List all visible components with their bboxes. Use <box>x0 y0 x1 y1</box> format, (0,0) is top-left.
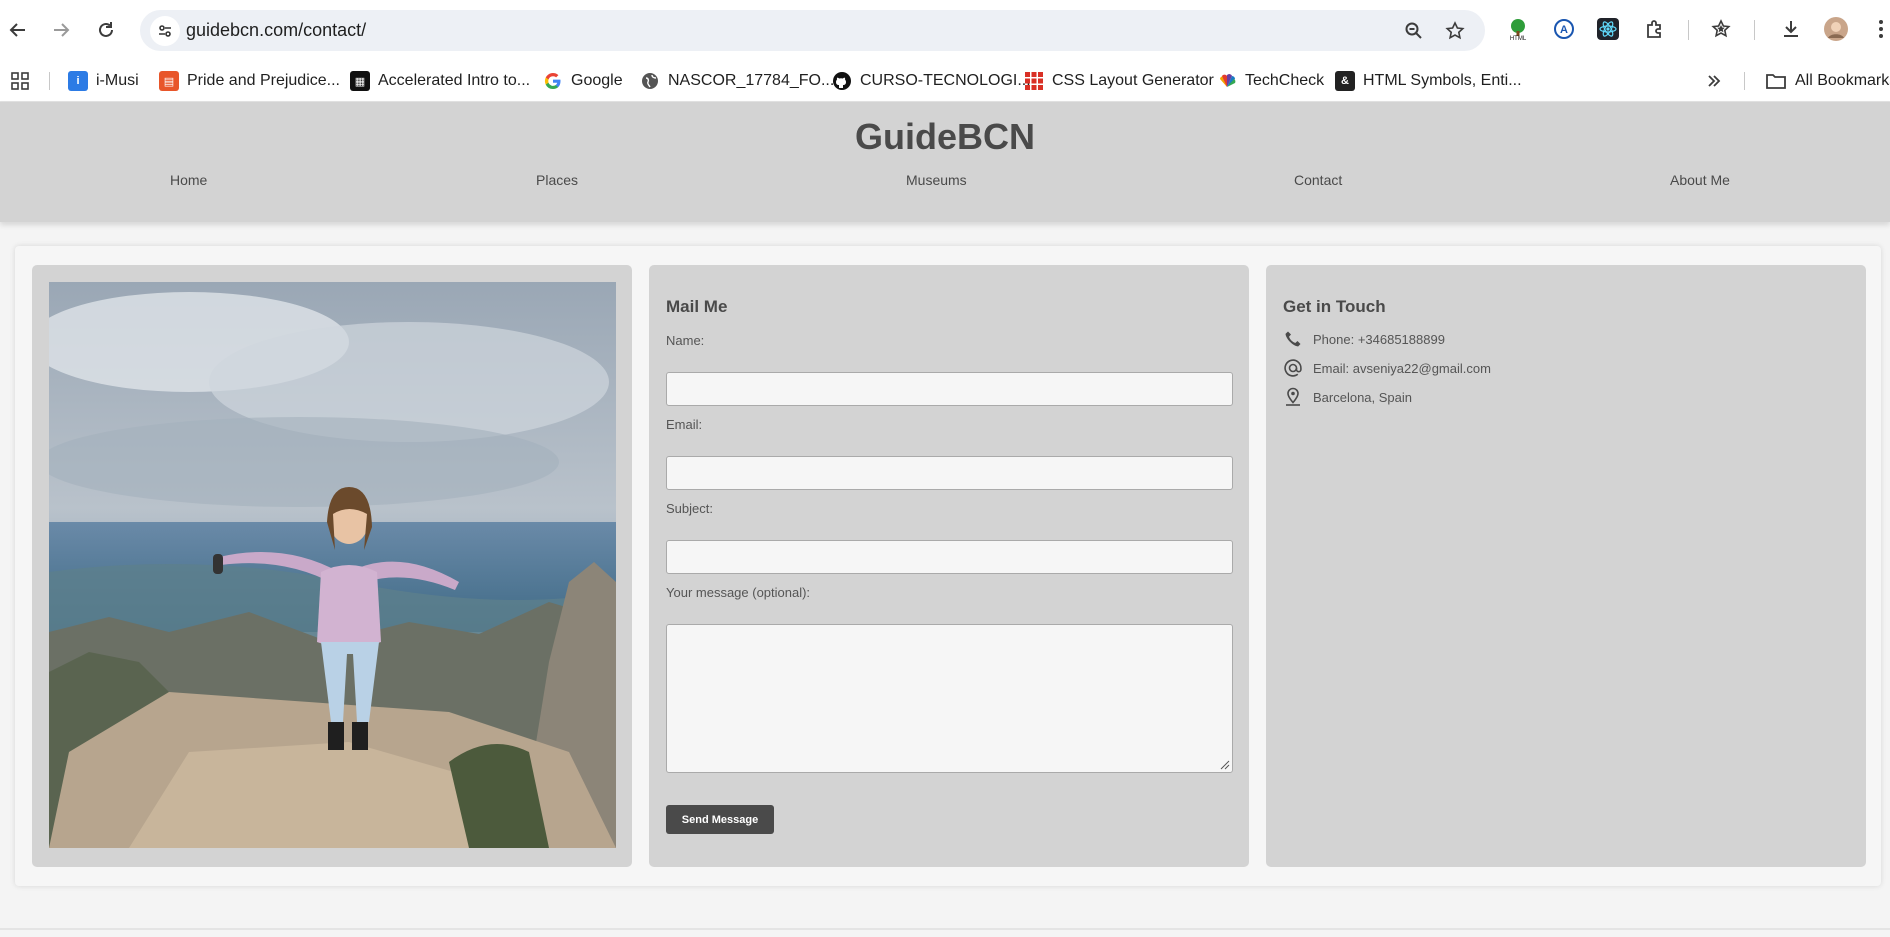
subject-input[interactable] <box>666 540 1233 574</box>
downloads-icon[interactable] <box>1776 14 1806 44</box>
nbc-peacock-icon <box>1220 74 1236 87</box>
photo-card <box>32 265 632 867</box>
svg-text:A: A <box>1560 24 1568 36</box>
reading-list-star-icon[interactable] <box>1706 14 1736 44</box>
nav-places[interactable]: Places <box>536 172 578 188</box>
email-input[interactable] <box>666 456 1233 490</box>
bookmark-star-icon[interactable] <box>1442 18 1468 44</box>
double-chevron-icon <box>1708 75 1721 87</box>
back-arrow-icon <box>9 23 25 37</box>
bookmark-google[interactable]: Google <box>543 68 623 94</box>
location-row: Barcelona, Spain <box>1283 386 1412 408</box>
bookmarks-bar: i i-Musi ▤ Pride and Prejudice... ▦ Acce… <box>0 60 1890 102</box>
form-title: Mail Me <box>666 297 728 316</box>
mountain-photo <box>49 282 616 848</box>
email-text: Email: avseniya22@gmail.com <box>1313 360 1491 376</box>
location-pin-icon <box>1283 387 1303 407</box>
bookmark-label: CURSO-TECNOLOGI... <box>860 72 1031 89</box>
email-row: Email: avseniya22@gmail.com <box>1283 357 1491 379</box>
github-icon <box>833 72 851 90</box>
folder-icon <box>1766 74 1786 89</box>
bookmark-techcheck[interactable]: TechCheck <box>1217 68 1324 94</box>
bookmark-accelerated-intro[interactable]: ▦ Accelerated Intro to... <box>350 68 530 94</box>
message-label: Your message (optional): <box>666 585 811 600</box>
toolbar-divider <box>1688 20 1689 40</box>
all-bookmarks-label: All Bookmarks <box>1795 72 1890 89</box>
resize-handle-icon[interactable] <box>1220 760 1230 770</box>
email-label: Email: <box>666 417 703 432</box>
reload-icon <box>99 22 113 37</box>
bookmark-pride-and-prejudice[interactable]: ▤ Pride and Prejudice... <box>159 68 340 94</box>
site-header: GuideBCN Home Places Museums Contact Abo… <box>0 102 1890 222</box>
svg-text:HTML: HTML <box>1510 36 1527 41</box>
html-tree-extension-icon[interactable]: HTML <box>1503 14 1533 44</box>
bookmark-label: NASCOR_17784_FO... <box>668 72 835 89</box>
nav-museums[interactable]: Museums <box>906 172 967 188</box>
profile-avatar[interactable] <box>1821 14 1851 44</box>
url-text[interactable]: guidebcn.com/contact/ <box>186 20 366 41</box>
bookmark-divider <box>49 72 50 90</box>
page-bottom-divider <box>0 928 1890 930</box>
phone-text: Phone: +34685188899 <box>1313 331 1445 347</box>
bookmark-label: HTML Symbols, Enti... <box>1363 72 1522 89</box>
more-bookmarks-button[interactable] <box>1706 68 1722 94</box>
bookmark-i-musi[interactable]: i i-Musi <box>68 68 139 94</box>
address-bar[interactable]: guidebcn.com/contact/ <box>140 10 1485 51</box>
grid-logo-icon: ▦ <box>350 71 370 91</box>
name-label: Name: <box>666 333 705 348</box>
bookmark-nascor[interactable]: NASCOR_17784_FO... <box>640 68 834 94</box>
bookmark-label: i-Musi <box>96 72 139 89</box>
globe-icon <box>642 73 658 89</box>
forward-button[interactable] <box>43 12 79 48</box>
bookmark-html-symbols[interactable]: & HTML Symbols, Enti... <box>1335 68 1522 94</box>
nav-home[interactable]: Home <box>170 172 207 188</box>
extensions-puzzle-icon[interactable] <box>1640 14 1670 44</box>
reload-button[interactable] <box>88 12 124 48</box>
contact-title: Get in Touch <box>1283 297 1386 316</box>
name-input[interactable] <box>666 372 1233 406</box>
at-sign-icon <box>1283 358 1303 378</box>
all-bookmarks-button[interactable]: All Bookmarks <box>1765 68 1890 94</box>
bookmark-label: TechCheck <box>1245 72 1325 89</box>
site-title: GuideBCN <box>855 116 1035 157</box>
location-text: Barcelona, Spain <box>1313 389 1413 405</box>
css-grid-icon <box>1025 72 1043 90</box>
google-icon <box>544 72 561 90</box>
toolbar-divider <box>1754 20 1755 40</box>
bookmark-label: Pride and Prejudice... <box>187 72 340 89</box>
react-devtools-icon[interactable] <box>1593 14 1623 44</box>
nav-about-me[interactable]: About Me <box>1670 172 1730 188</box>
forward-arrow-icon <box>54 23 70 37</box>
apps-button[interactable] <box>10 68 30 94</box>
contact-section: Mail Me Name: Email: Subject: Your messa… <box>15 246 1881 886</box>
zoom-icon[interactable] <box>1401 18 1427 44</box>
subject-label: Subject: <box>666 501 713 516</box>
mail-form-card: Mail Me Name: Email: Subject: Your messa… <box>649 265 1249 867</box>
bookmark-curso-tecnologi[interactable]: CURSO-TECNOLOGI... <box>832 68 1031 94</box>
phone-row: Phone: +34685188899 <box>1283 328 1445 350</box>
apps-grid-icon <box>11 72 29 90</box>
browser-toolbar: guidebcn.com/contact/ HTML A <box>0 0 1890 60</box>
back-button[interactable] <box>0 12 36 48</box>
bookmark-label: Accelerated Intro to... <box>378 72 531 89</box>
bookmark-label: Google <box>571 72 623 89</box>
menu-kebab-icon[interactable] <box>1866 14 1890 44</box>
site-settings-icon[interactable] <box>150 16 180 46</box>
bookmark-divider <box>1744 72 1745 90</box>
phone-icon <box>1283 329 1303 349</box>
book-icon: ▤ <box>159 71 179 91</box>
get-in-touch-card: Get in Touch Phone: +34685188899 Email: … <box>1266 265 1866 867</box>
nav-contact[interactable]: Contact <box>1294 172 1342 188</box>
html-symbols-icon: & <box>1335 71 1355 91</box>
message-textarea[interactable] <box>666 624 1233 773</box>
font-extension-icon[interactable]: A <box>1549 14 1579 44</box>
bookmark-label: CSS Layout Generator <box>1052 72 1214 89</box>
send-message-button[interactable]: Send Message <box>666 805 774 834</box>
bookmark-css-layout-generator[interactable]: CSS Layout Generator <box>1024 68 1214 94</box>
imusi-icon: i <box>68 71 88 91</box>
